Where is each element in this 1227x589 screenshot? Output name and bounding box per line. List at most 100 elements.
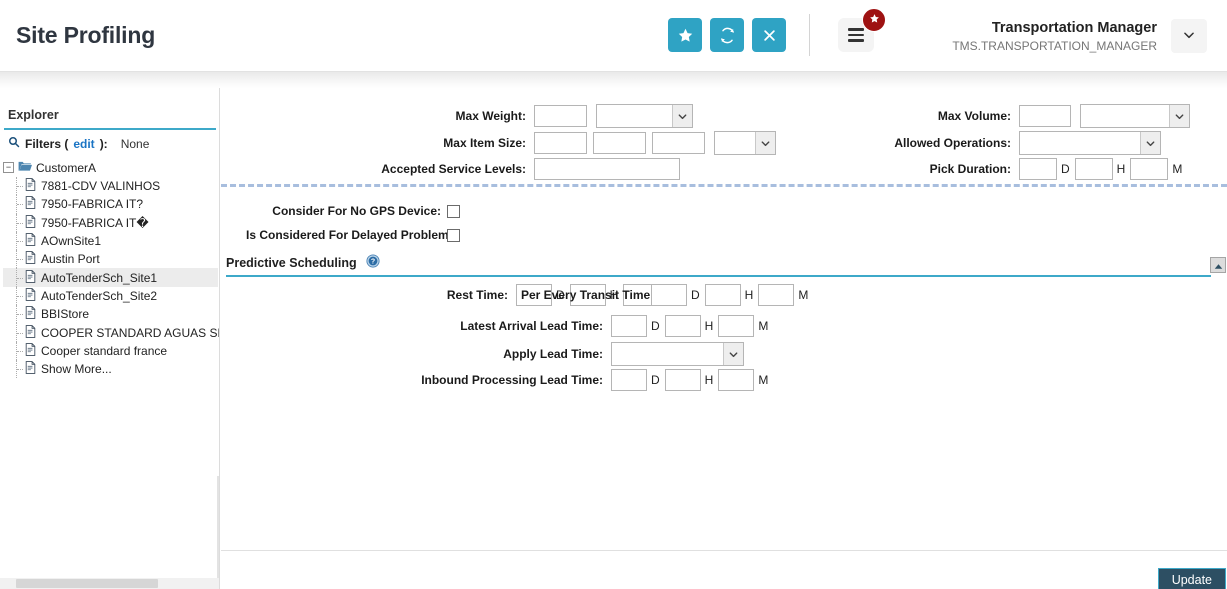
header-action-group [668, 18, 786, 52]
hamburger-icon [848, 25, 864, 45]
pick-duration-days-unit: D [1061, 162, 1070, 176]
document-icon [25, 270, 36, 286]
tree-guide-line [16, 268, 24, 286]
max-item-size-input-1[interactable] [534, 132, 587, 154]
close-icon [762, 28, 777, 43]
latest-arrival-lead-time-label: Latest Arrival Lead Time: [246, 319, 603, 333]
delayed-problem-checkbox[interactable] [447, 229, 460, 242]
tree-guide-line [16, 360, 24, 378]
field-row-inbound-processing-lead-time: Inbound Processing Lead Time: D H M [246, 369, 773, 391]
filters-label-end: ): [100, 137, 108, 151]
max-item-size-label: Max Item Size: [246, 136, 526, 150]
per-every-transit-time-label: Per Every Transit Time: [521, 288, 643, 302]
user-id: TMS.TRANSPORTATION_MANAGER [952, 38, 1157, 54]
apply-lead-time-select[interactable] [611, 342, 744, 366]
user-info: Transportation Manager TMS.TRANSPORTATIO… [952, 19, 1157, 54]
pick-duration-minutes-unit: M [1172, 162, 1182, 176]
inbound-processing-lead-time-minutes-unit: M [758, 373, 768, 387]
tree-item[interactable]: AutoTenderSch_Site1 [3, 268, 218, 286]
explorer-title: Explorer [8, 108, 59, 122]
max-volume-input[interactable] [1019, 105, 1071, 127]
inbound-processing-lead-time-minutes-input[interactable] [718, 369, 754, 391]
document-icon [25, 361, 36, 377]
tree-expander-icon[interactable]: − [3, 162, 14, 173]
predictive-scheduling-header: Predictive Scheduling ? [226, 254, 1222, 271]
tree-item[interactable]: AOwnSite1 [3, 232, 218, 250]
help-icon[interactable]: ? [366, 254, 380, 271]
folder-open-icon [18, 160, 32, 175]
sidebar-vertical-scroll-track[interactable] [217, 476, 219, 589]
latest-arrival-lead-time-days-unit: D [651, 319, 660, 333]
max-weight-input[interactable] [534, 105, 587, 127]
pick-duration-minutes-input[interactable] [1130, 158, 1168, 180]
pick-duration-days-input[interactable] [1019, 158, 1057, 180]
accepted-service-levels-label: Accepted Service Levels: [246, 162, 526, 176]
max-item-size-input-2[interactable] [593, 132, 646, 154]
filters-value: None [121, 137, 150, 151]
sidebar-scroll-thumb[interactable] [16, 579, 158, 588]
document-icon [25, 325, 36, 341]
per-every-transit-time-hours-input[interactable] [705, 284, 741, 306]
close-button[interactable] [752, 18, 786, 52]
inbound-processing-lead-time-days-input[interactable] [611, 369, 647, 391]
tree-root-customera[interactable]: − CustomerA [3, 158, 218, 177]
tree-item-label: 7950-FABRICA IT� [41, 216, 149, 230]
latest-arrival-lead-time-hours-input[interactable] [665, 315, 701, 337]
tree-item[interactable]: Cooper standard france [3, 342, 218, 360]
tree-item[interactable]: Show More... [3, 360, 218, 378]
tree-item-label: AOwnSite1 [41, 234, 101, 248]
inbound-processing-lead-time-hours-unit: H [705, 373, 714, 387]
tree-item[interactable]: 7950-FABRICA IT? [3, 195, 218, 213]
tree-guide-line [16, 214, 24, 232]
tree-guide-line [16, 305, 24, 323]
max-weight-unit-select[interactable] [596, 104, 693, 128]
latest-arrival-lead-time-minutes-input[interactable] [718, 315, 754, 337]
field-row-pick-duration: Pick Duration: D H M [681, 158, 1187, 180]
update-button[interactable]: Update [1158, 568, 1226, 589]
inbound-processing-lead-time-label: Inbound Processing Lead Time: [246, 373, 603, 387]
subheader-band [0, 72, 1227, 88]
filters-edit-link[interactable]: edit [73, 137, 94, 151]
rest-time-label: Rest Time: [246, 288, 508, 302]
per-every-transit-time-days-input[interactable] [651, 284, 687, 306]
tree-item[interactable]: BBIStore [3, 305, 218, 323]
sidebar-horizontal-scrollbar[interactable] [0, 578, 219, 589]
predictive-scheduling-title: Predictive Scheduling [226, 256, 357, 270]
accepted-service-levels-input[interactable] [534, 158, 680, 180]
document-icon [25, 288, 36, 304]
refresh-button[interactable] [710, 18, 744, 52]
document-icon [25, 233, 36, 249]
document-icon [25, 178, 36, 194]
latest-arrival-lead-time-days-input[interactable] [611, 315, 647, 337]
user-menu-toggle[interactable] [1171, 19, 1207, 53]
section-divider-dotted [221, 184, 1227, 187]
field-row-consider-no-gps: Consider For No GPS Device: [246, 204, 460, 218]
inbound-processing-lead-time-hours-input[interactable] [665, 369, 701, 391]
tree-item[interactable]: Austin Port [3, 250, 218, 268]
explorer-title-rule [4, 128, 216, 130]
field-row-max-weight: Max Weight: [246, 104, 693, 128]
per-every-transit-time-minutes-input[interactable] [758, 284, 794, 306]
max-volume-unit-select[interactable] [1080, 104, 1190, 128]
menu-star-badge [862, 8, 886, 32]
allowed-operations-select[interactable] [1019, 131, 1161, 155]
page-title: Site Profiling [16, 22, 155, 49]
tree-item[interactable]: 7881-CDV VALINHOS [3, 177, 218, 195]
document-icon [25, 343, 36, 359]
scroll-up-button[interactable] [1210, 257, 1226, 273]
star-icon [869, 13, 880, 27]
tree-guide-line [16, 232, 24, 250]
latest-arrival-lead-time-hours-unit: H [705, 319, 714, 333]
tree-item[interactable]: AutoTenderSch_Site2 [3, 287, 218, 305]
document-icon [25, 306, 36, 322]
consider-no-gps-checkbox[interactable] [447, 205, 460, 218]
explorer-sidebar: Explorer Filters ( edit ): None − Custom… [0, 88, 220, 589]
document-icon [25, 251, 36, 267]
refresh-icon [719, 27, 736, 44]
tree-item[interactable]: COOPER STANDARD AGUAS SEAL [3, 323, 218, 341]
pick-duration-hours-input[interactable] [1075, 158, 1113, 180]
filters-label: Filters ( [25, 137, 68, 151]
tree-item[interactable]: 7950-FABRICA IT� [3, 214, 218, 232]
favorite-button[interactable] [668, 18, 702, 52]
per-every-transit-time-minutes-unit: M [798, 288, 808, 302]
